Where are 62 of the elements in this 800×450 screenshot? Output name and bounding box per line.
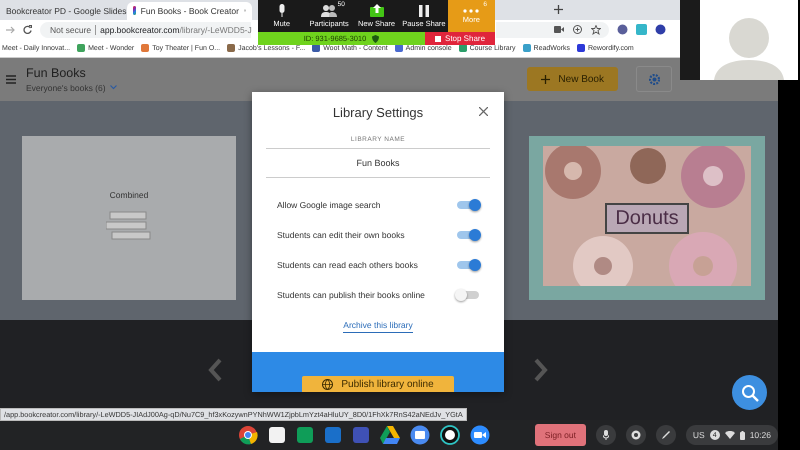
toggle-switch[interactable] [457,291,479,299]
security-label: Not secure [50,24,96,35]
menu-icon[interactable] [6,74,16,84]
pen-icon [660,430,671,440]
battery-icon [740,430,745,440]
capture-icon [630,430,641,440]
keyboard-layout: US [692,430,705,440]
wifi-icon [724,431,735,440]
pause-icon [418,4,429,16]
star-icon[interactable] [591,24,601,35]
sheets-icon[interactable] [296,426,314,444]
more-dots-icon [463,8,480,12]
new-book-button[interactable]: New Book [527,67,618,92]
plus-icon [541,74,550,84]
library-name-field[interactable]: Fun Books [266,148,490,178]
drive-icon[interactable] [380,426,400,444]
archive-link[interactable]: Archive this library [343,320,413,333]
settings-button[interactable] [636,66,672,92]
globe-icon [322,378,334,390]
screen-capture-button[interactable] [626,425,646,446]
shield-icon [372,34,380,42]
book-cover[interactable]: Donuts [529,136,765,300]
tab-title: Bookcreator PD - Google Slides [6,6,126,16]
close-button[interactable] [479,104,488,119]
setting-label: Students can publish their books online [277,290,425,300]
app-favicon-icon [133,6,136,16]
files-icon[interactable] [410,425,430,446]
share-screen-icon [370,4,384,17]
dialog-title: Library Settings [332,104,424,120]
video-camera-icon[interactable] [470,425,490,446]
settings-icon [648,74,660,85]
camera-icon[interactable] [554,26,564,34]
setting-label: Allow Google image search [277,200,380,210]
tab-title: Fun Books - Book Creator [140,6,239,16]
browser-tab[interactable]: Bookcreator PD - Google Slides [0,2,125,20]
book-title: Combined [110,190,148,200]
toggle-switch[interactable] [457,231,479,239]
stylus-button[interactable] [656,425,676,446]
toggle-switch[interactable] [457,261,479,269]
stop-share-button[interactable]: Stop Share [425,32,495,45]
stop-icon [434,36,441,42]
microphone-icon [602,430,609,440]
setting-label: Students can read each others books [277,260,418,270]
chrome-icon[interactable] [238,425,258,446]
library-title: Fun Books [26,66,87,80]
microphone-button[interactable] [596,425,616,446]
cover-title: Donuts [605,202,689,234]
toggle-switch[interactable] [457,201,479,209]
address-bar[interactable]: Not secure app.bookcreator.com/library/-LeWDD5-J [40,22,251,38]
search-icon [740,384,758,402]
zoom-plus-icon[interactable] [573,25,582,34]
browser-tab[interactable]: Fun Books - Book Creator [127,2,252,20]
new-tab-icon[interactable] [554,5,563,14]
book-card[interactable]: Combined [22,136,236,300]
url-text: app.bookcreator.com/library/-LeWDD5-J [100,24,252,35]
microphone-icon [278,4,286,17]
publish-button[interactable]: Publish library online [302,376,454,392]
people-icon [321,4,338,16]
reload-icon[interactable] [23,25,32,34]
clock: 10:26 [750,430,771,440]
setting-label: Students can edit their own books [277,230,405,240]
chevron-down-icon [110,85,117,90]
